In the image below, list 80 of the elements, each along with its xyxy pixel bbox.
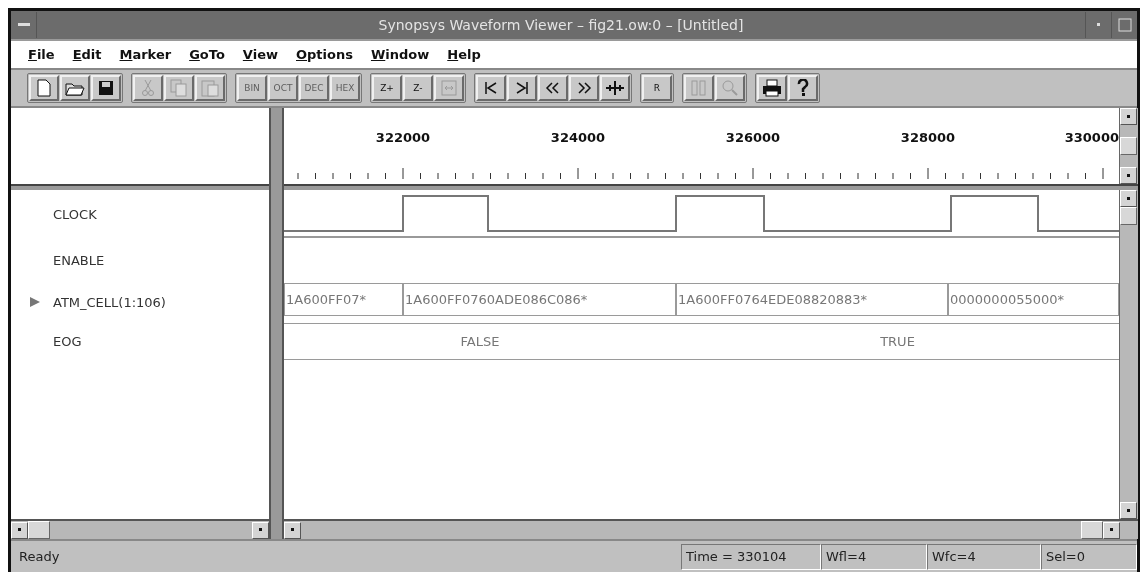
toolbar-button[interactable] — [476, 75, 506, 101]
ruler-label: 330000 — [1064, 130, 1119, 145]
help-icon — [796, 79, 810, 97]
scroll-left-button[interactable] — [284, 521, 301, 539]
scroll-right-button[interactable] — [1103, 521, 1120, 539]
signal-name[interactable]: EOG — [53, 333, 82, 349]
scroll-thumb[interactable] — [1120, 137, 1137, 155]
paste-icon — [201, 79, 219, 97]
menu-item[interactable]: Help — [438, 47, 490, 62]
scroll-up-button[interactable] — [1120, 190, 1137, 207]
toolbar-button[interactable]: Z+ — [372, 75, 402, 101]
scroll-up-button[interactable] — [1120, 108, 1137, 125]
ruler-label: 324000 — [550, 130, 606, 145]
toolbar-button[interactable]: Z- — [403, 75, 433, 101]
window-title: Synopsys Waveform Viewer – fig21.ow:0 – [Untitled] — [377, 17, 745, 33]
fast-forward-icon — [576, 81, 592, 95]
toolbar-button[interactable] — [91, 75, 121, 101]
scroll-down-button[interactable] — [1120, 502, 1137, 519]
status-field: Wfl=4 — [821, 543, 927, 570]
toolbar-button[interactable] — [538, 75, 568, 101]
open-folder-icon — [65, 80, 85, 96]
vertical-scrollbar[interactable] — [1119, 190, 1138, 519]
signal-value: 1A600FF0764EDE08820883* — [676, 283, 948, 316]
minimize-icon — [1096, 23, 1101, 27]
toolbar-button[interactable] — [507, 75, 537, 101]
rewind-icon — [545, 81, 561, 95]
maximize-icon — [1117, 18, 1132, 32]
list-icon — [690, 79, 708, 97]
menu-item[interactable]: Options — [287, 47, 362, 62]
toolbar-button[interactable] — [60, 75, 90, 101]
menu-item[interactable]: Edit — [63, 47, 111, 62]
horizontal-scrollbar[interactable] — [284, 519, 1138, 539]
ruler-label: 322000 — [375, 130, 431, 145]
toolbar-button[interactable]: R — [642, 75, 672, 101]
expand-arrow-icon[interactable] — [29, 297, 41, 307]
printer-icon — [762, 79, 782, 97]
signal-value: 1A600FF07* — [284, 283, 403, 316]
signal-value: 0000000055000* — [948, 283, 1119, 316]
ruler-label: 326000 — [725, 130, 781, 145]
new-file-icon — [37, 79, 51, 97]
toolbar-button[interactable] — [757, 75, 787, 101]
scroll-thumb[interactable] — [1081, 521, 1103, 539]
scroll-thumb[interactable] — [1120, 207, 1137, 225]
status-field: Time = 330104 — [681, 543, 821, 570]
menu-item[interactable]: GoTo — [180, 47, 234, 62]
scroll-left-button[interactable] — [11, 521, 28, 539]
toolbar-button[interactable] — [569, 75, 599, 101]
status-field: Wfc=4 — [927, 543, 1041, 570]
signal-value: 1A600FF0760ADE086C086* — [403, 283, 676, 316]
save-icon — [98, 80, 114, 96]
pane-splitter[interactable] — [11, 184, 269, 190]
signal-name[interactable]: CLOCK — [53, 206, 97, 222]
scroll-down-button[interactable] — [1120, 167, 1137, 184]
scroll-thumb[interactable] — [28, 521, 50, 539]
dash-icon — [17, 23, 30, 27]
copy-icon — [170, 79, 188, 97]
zoom-fit-icon — [441, 80, 457, 96]
magnifier-icon — [721, 79, 739, 97]
menu-item[interactable]: Window — [361, 47, 439, 62]
horizontal-scrollbar[interactable] — [11, 519, 269, 539]
vertical-scrollbar[interactable] — [1119, 108, 1138, 184]
jump-end-icon — [515, 81, 529, 95]
menu-item[interactable]: Marker — [110, 47, 181, 62]
jump-start-icon — [484, 81, 498, 95]
menu-item[interactable]: View — [233, 47, 287, 62]
pane-splitter[interactable] — [284, 184, 1138, 190]
signal-value: FALSE — [284, 323, 676, 360]
cursor-cross-icon — [605, 80, 625, 96]
toolbar-button[interactable] — [600, 75, 630, 101]
status-field: Sel=0 — [1041, 543, 1137, 570]
pane-splitter[interactable] — [269, 108, 284, 184]
status-message: Ready — [18, 549, 61, 564]
scroll-right-button[interactable] — [252, 521, 269, 539]
signal-name[interactable]: ENABLE — [53, 252, 105, 268]
signal-value: TRUE — [676, 323, 1119, 360]
ruler-label: 328000 — [900, 130, 956, 145]
toolbar-button[interactable] — [788, 75, 818, 101]
menu-item[interactable]: File — [19, 47, 64, 62]
scissors-icon — [141, 79, 155, 97]
signal-name[interactable]: ATM_CELL(1:106) — [53, 294, 166, 310]
